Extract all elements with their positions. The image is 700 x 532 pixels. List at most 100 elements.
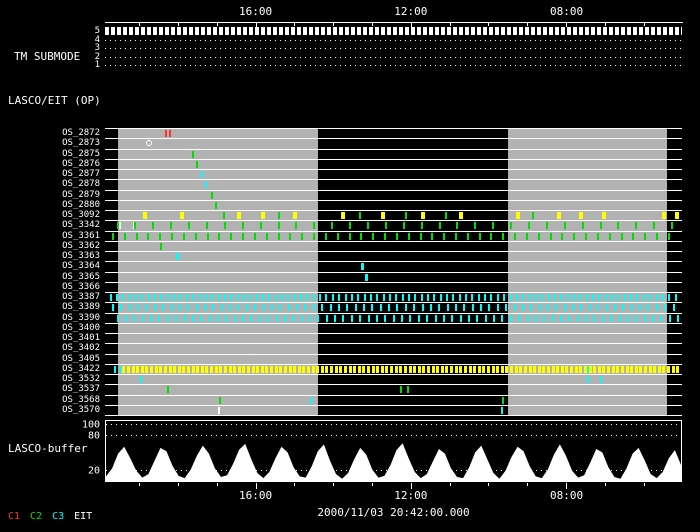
sequence-tick [445, 365, 449, 373]
sequence-tick [427, 365, 430, 373]
sequence-tick [655, 294, 658, 301]
time-axis-label: 08:00 [550, 5, 584, 18]
sequence-tick [205, 365, 209, 373]
sequence-tick [171, 232, 174, 240]
sequence-tick [660, 314, 663, 322]
sequence-tick [311, 365, 315, 373]
sequence-tick [277, 232, 280, 240]
sequence-tick [565, 365, 569, 373]
sequence-tick [537, 365, 541, 373]
time-axis-label: 16:00 [239, 5, 273, 18]
timeline-row [105, 221, 682, 232]
sequence-tick [237, 365, 241, 373]
sequence-tick [671, 222, 673, 230]
sequence-tick [474, 222, 477, 230]
sequence-tick [302, 365, 306, 373]
row-label: OS_3389 [62, 302, 100, 313]
sequence-tick [541, 294, 544, 301]
sequence-tick [128, 304, 131, 312]
sequence-tick [301, 232, 304, 240]
sequence-tick [216, 314, 219, 322]
sequence-tick [140, 365, 144, 373]
timeline-row [105, 232, 682, 242]
sequence-tick [208, 314, 211, 322]
sequence-tick [463, 365, 467, 373]
time-axis-label: 12:00 [394, 489, 428, 502]
sequence-tick [349, 222, 352, 230]
sequence-tick [643, 314, 646, 322]
sequence-tick [196, 160, 199, 168]
sequence-tick [233, 365, 237, 373]
sequence-tick [560, 314, 562, 322]
sequence-tick [185, 294, 188, 301]
sequence-tick [510, 222, 513, 230]
sequence-tick [214, 201, 217, 209]
sequence-tick [165, 130, 167, 137]
timeline-row [105, 365, 682, 375]
sequence-tick [278, 212, 281, 219]
sequence-tick [258, 314, 261, 322]
sequence-tick [600, 376, 603, 383]
sequence-tick [324, 232, 327, 240]
sequence-tick [466, 232, 469, 240]
legend-item-c1: C1 [8, 511, 21, 522]
timeline-row [105, 324, 682, 334]
sequence-tick [502, 232, 505, 240]
sequence-tick [109, 294, 112, 301]
sequence-tick [556, 212, 561, 219]
sequence-tick [572, 304, 575, 312]
sequence-tick [542, 365, 546, 373]
sequence-tick [316, 365, 320, 373]
sequence-tick [223, 294, 226, 301]
sequence-tick [593, 365, 597, 373]
sequence-tick [601, 314, 604, 322]
axis-tick-mark [333, 483, 335, 486]
timeline-panel [105, 128, 682, 416]
sequence-tick [223, 222, 226, 230]
sequence-tick [403, 365, 407, 373]
sequence-tick [313, 232, 315, 240]
row-label: OS_2876 [62, 158, 100, 169]
sequence-tick [141, 314, 144, 322]
sequence-tick [622, 304, 625, 312]
sequence-tick [359, 314, 362, 322]
sequence-tick [325, 365, 329, 373]
sequence-tick [630, 294, 633, 301]
sequence-tick [122, 294, 125, 301]
sequence-tick [225, 314, 228, 322]
sequence-tick [634, 365, 638, 373]
sequence-tick [538, 304, 541, 312]
sequence-tick [630, 365, 634, 373]
sequence-tick [265, 232, 268, 240]
axis-tick-mark [643, 483, 645, 486]
sequence-tick [408, 365, 412, 373]
sequence-tick [407, 294, 410, 301]
bottom-time-axis-labels: 16:00 12:00 08:00 [105, 489, 682, 503]
sequence-tick [471, 294, 474, 301]
legend-item-c3: C3 [52, 511, 65, 522]
sequence-tick [501, 314, 504, 322]
sequence-tick [384, 222, 387, 230]
sequence-tick [135, 294, 137, 301]
sequence-tick [293, 294, 296, 301]
sequence-tick [653, 365, 657, 373]
sequence-tick [676, 365, 680, 373]
sequence-tick [153, 304, 156, 312]
sequence-tick [635, 222, 638, 230]
sequence-tick [265, 365, 269, 373]
sequence-tick [438, 222, 441, 230]
sequence-tick [385, 365, 389, 373]
sequence-tick [605, 304, 608, 312]
row-label: OS_3401 [62, 333, 100, 343]
sequence-tick [281, 294, 283, 301]
sequence-tick [346, 304, 349, 312]
axis-tick-mark [449, 483, 451, 486]
sequence-tick [471, 304, 474, 312]
sequence-tick [667, 232, 670, 240]
sequence-tick [468, 365, 472, 373]
sequence-tick [601, 212, 606, 219]
sequence-tick [463, 304, 466, 312]
sequence-tick [166, 314, 169, 322]
sequence-tick [653, 222, 656, 230]
sequence-tick [440, 365, 444, 373]
